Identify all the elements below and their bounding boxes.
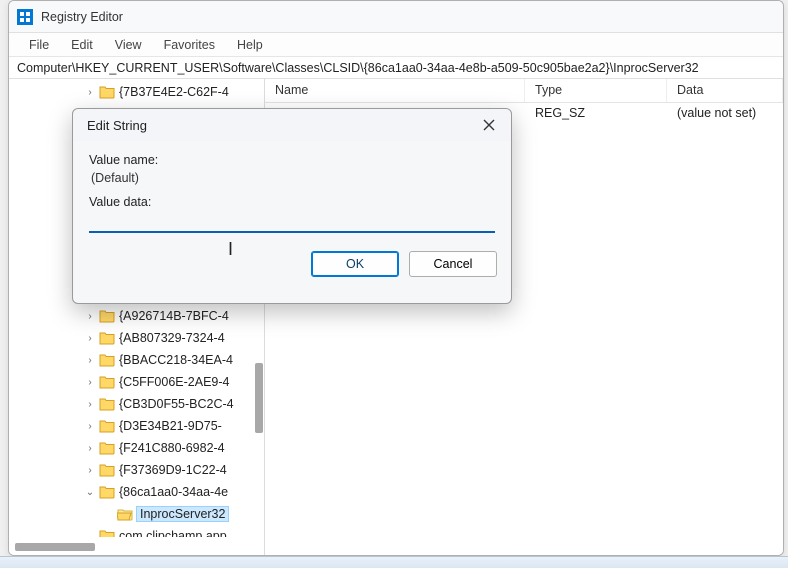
tree-item-label: {BBACC218-34EA-4 (119, 353, 233, 367)
value-data-input[interactable] (89, 209, 495, 233)
menu-view[interactable]: View (105, 36, 152, 54)
column-header-type[interactable]: Type (525, 79, 667, 102)
tree-item-label: {A926714B-7BFC-4 (119, 309, 229, 323)
dialog-title-bar[interactable]: Edit String (73, 109, 511, 141)
value-cell-type: REG_SZ (525, 106, 667, 120)
menu-help[interactable]: Help (227, 36, 273, 54)
folder-icon (117, 507, 133, 521)
dialog-title: Edit String (87, 118, 147, 133)
taskbar[interactable] (0, 556, 788, 568)
values-header: Name Type Data (265, 79, 783, 103)
folder-icon (99, 529, 115, 537)
chevron-right-icon[interactable]: › (83, 353, 97, 367)
tree-horizontal-scrollbar-thumb[interactable] (15, 543, 95, 551)
tree-item[interactable]: › {F37369D9-1C22-4 (9, 459, 264, 481)
tree-item[interactable]: com.clipchamp.app (9, 525, 264, 537)
folder-icon (99, 375, 115, 389)
value-cell-data: (value not set) (667, 106, 783, 120)
tree-item[interactable]: › {BBACC218-34EA-4 (9, 349, 264, 371)
ok-button[interactable]: OK (311, 251, 399, 277)
folder-icon (99, 485, 115, 499)
chevron-right-icon[interactable]: › (83, 375, 97, 389)
menu-bar: File Edit View Favorites Help (9, 33, 783, 57)
chevron-right-icon[interactable]: › (83, 419, 97, 433)
folder-icon (99, 331, 115, 345)
tree-item-label: {7B37E4E2-C62F-4 (119, 85, 229, 99)
folder-icon (99, 85, 115, 99)
dialog-body: Value name: (Default) Value data: (73, 141, 511, 243)
tree-item[interactable]: InprocServer32 (9, 503, 264, 525)
chevron-right-icon[interactable]: › (83, 463, 97, 477)
tree-item-label: {F241C880-6982-4 (119, 441, 225, 455)
chevron-right-icon[interactable]: › (83, 441, 97, 455)
tree-item[interactable]: › {CB3D0F55-BC2C-4 (9, 393, 264, 415)
tree-item-label: {D3E34B21-9D75- (119, 419, 222, 433)
tree-item-label: {AB807329-7324-4 (119, 331, 225, 345)
chevron-down-icon[interactable]: ⌄ (83, 485, 97, 499)
chevron-right-icon[interactable]: › (83, 85, 97, 99)
cancel-button[interactable]: Cancel (409, 251, 497, 277)
tree-item-label: {86ca1aa0-34aa-4e (119, 485, 228, 499)
folder-icon (99, 463, 115, 477)
folder-icon (99, 353, 115, 367)
title-bar: Registry Editor (9, 1, 783, 33)
tree-item[interactable]: › {C5FF006E-2AE9-4 (9, 371, 264, 393)
close-icon[interactable] (477, 113, 501, 137)
tree-item[interactable]: › {7B37E4E2-C62F-4 (9, 81, 264, 103)
value-name-field: (Default) (89, 167, 495, 191)
tree-item-label: {C5FF006E-2AE9-4 (119, 375, 229, 389)
tree-vertical-scrollbar-thumb[interactable] (255, 363, 263, 433)
menu-favorites[interactable]: Favorites (154, 36, 225, 54)
tree-item[interactable]: ⌄ {86ca1aa0-34aa-4e (9, 481, 264, 503)
dialog-buttons: OK Cancel (73, 243, 511, 289)
window-title: Registry Editor (41, 10, 123, 24)
tree-item[interactable]: › {D3E34B21-9D75- (9, 415, 264, 437)
edit-string-dialog: Edit String Value name: (Default) Value … (72, 108, 512, 304)
folder-icon (99, 419, 115, 433)
tree-item-label: InprocServer32 (137, 507, 228, 521)
column-header-name[interactable]: Name (265, 79, 525, 102)
menu-file[interactable]: File (19, 36, 59, 54)
chevron-right-icon[interactable]: › (83, 331, 97, 345)
chevron-right-icon[interactable]: › (83, 397, 97, 411)
value-name-label: Value name: (89, 153, 495, 167)
expander-spacer (83, 529, 97, 537)
tree-item-label: {F37369D9-1C22-4 (119, 463, 227, 477)
chevron-right-icon[interactable]: › (83, 309, 97, 323)
menu-edit[interactable]: Edit (61, 36, 103, 54)
folder-icon (99, 397, 115, 411)
tree-item[interactable]: › {F241C880-6982-4 (9, 437, 264, 459)
column-header-data[interactable]: Data (667, 79, 783, 102)
regedit-app-icon (17, 9, 33, 25)
address-bar[interactable]: Computer\HKEY_CURRENT_USER\Software\Clas… (9, 57, 783, 79)
folder-icon (99, 441, 115, 455)
tree-item[interactable]: › {A926714B-7BFC-4 (9, 305, 264, 327)
expander-spacer (101, 507, 115, 521)
tree-item-label: com.clipchamp.app (119, 529, 227, 537)
folder-icon (99, 309, 115, 323)
tree-item[interactable]: › {AB807329-7324-4 (9, 327, 264, 349)
value-data-label: Value data: (89, 195, 495, 209)
tree-item-label: {CB3D0F55-BC2C-4 (119, 397, 234, 411)
